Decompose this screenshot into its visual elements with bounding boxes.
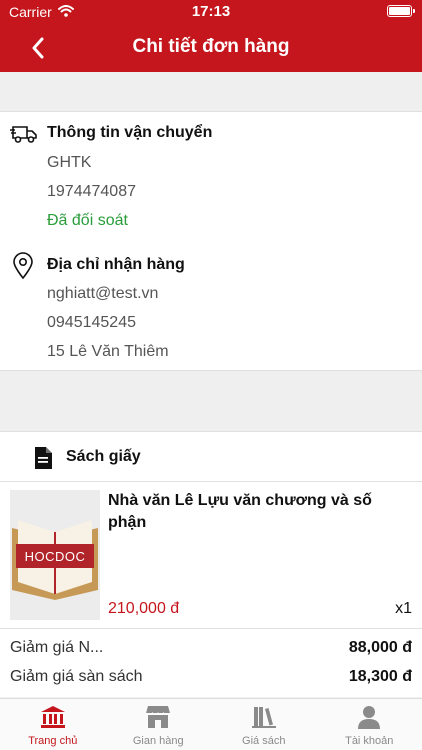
- section-gap: [0, 72, 422, 112]
- product-price: 210,000 đ: [108, 600, 180, 617]
- tab-label: Trang chủ: [28, 735, 78, 747]
- divider: [0, 481, 422, 482]
- shipping-carrier: GHTK: [47, 154, 92, 171]
- summary-label: Giảm giá sàn sách: [10, 668, 143, 685]
- bookshelf-icon: [251, 707, 276, 728]
- summary-label: Giảm giá N...: [10, 639, 104, 656]
- address-phone: 0945145245: [47, 314, 136, 331]
- address-title: Địa chỉ nhận hàng: [47, 256, 185, 273]
- location-pin-icon: [12, 252, 34, 285]
- divider: [0, 628, 422, 629]
- tab-bookshelf[interactable]: Giá sách: [211, 699, 317, 750]
- product-quantity: x1: [395, 600, 412, 617]
- book-cover-image[interactable]: HOCDOC: [10, 490, 100, 620]
- truck-icon: [10, 124, 38, 149]
- address-street: 15 Lê Văn Thiêm: [47, 343, 169, 360]
- tab-label: Giá sách: [242, 735, 286, 747]
- product-title[interactable]: Nhà văn Lê Lựu văn chương và số phận: [108, 490, 378, 534]
- shipping-title: Thông tin vận chuyển: [47, 124, 213, 141]
- summary-value: 88,000 đ: [348, 639, 412, 656]
- shipping-status: Đã đối soát: [47, 212, 128, 229]
- section-title: Sách giấy: [66, 448, 141, 465]
- page-title: Chi tiết đơn hàng: [132, 36, 290, 57]
- nav-bar: Chi tiết đơn hàng: [0, 24, 422, 72]
- user-icon: [358, 706, 381, 729]
- tab-account[interactable]: Tài khoản: [317, 699, 422, 750]
- bank-icon: [40, 706, 65, 728]
- summary-value: 18,300 đ: [348, 668, 412, 685]
- tab-bar: Trang chủ Gian hàng Giá sách Tài khoản: [0, 698, 422, 750]
- tab-label: Gian hàng: [132, 735, 184, 747]
- clock: 17:13: [191, 3, 231, 20]
- tab-store[interactable]: Gian hàng: [106, 699, 212, 750]
- tracking-number: 1974474087: [47, 183, 136, 200]
- battery-icon: [387, 5, 415, 17]
- cover-logo-text: HOCDOC: [25, 549, 86, 564]
- status-bar: Carrier 17:13: [0, 0, 422, 24]
- tab-home[interactable]: Trang chủ: [0, 699, 106, 750]
- address-email: nghiatt@test.vn: [47, 285, 159, 302]
- store-icon: [145, 706, 171, 728]
- tab-label: Tài khoản: [345, 735, 394, 747]
- document-icon: [33, 446, 53, 475]
- section-gap: [0, 371, 422, 431]
